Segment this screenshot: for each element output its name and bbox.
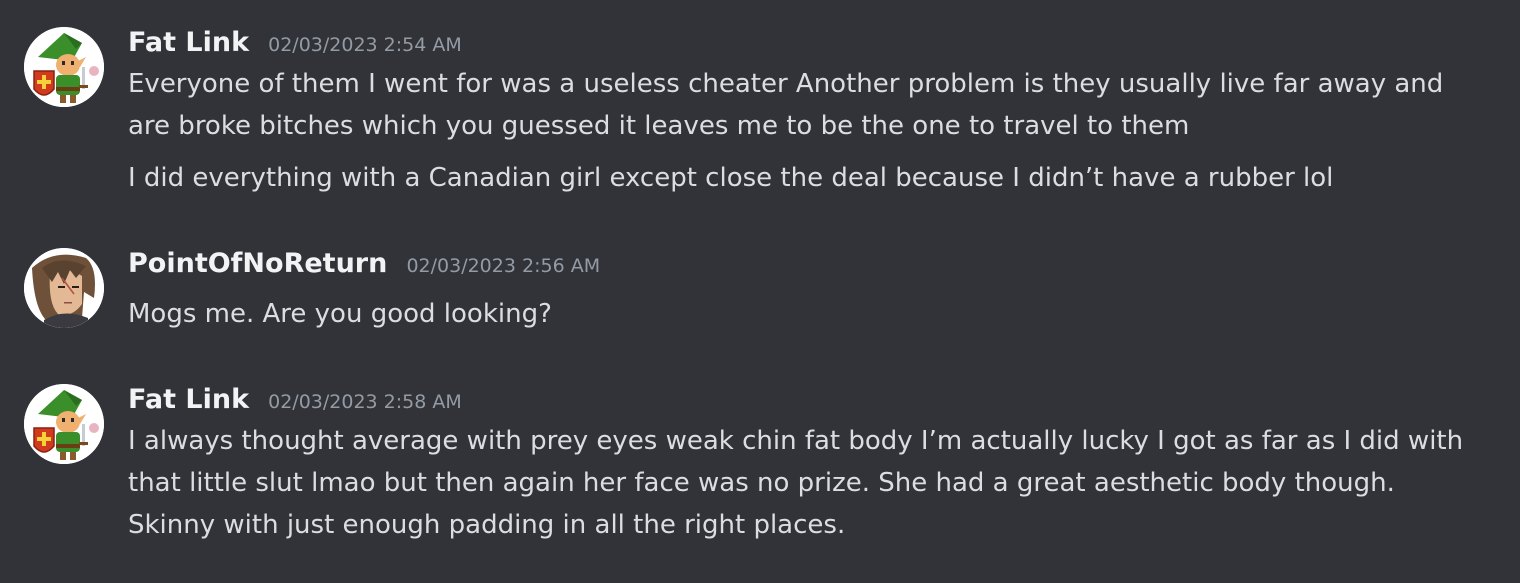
message-header: Fat Link 02/03/2023 2:58 AM [128, 384, 462, 415]
username[interactable]: Fat Link [128, 27, 249, 58]
timestamp[interactable]: 02/03/2023 2:56 AM [406, 255, 600, 277]
message-text-line: that little slut lmao but then again her… [128, 468, 1395, 498]
username[interactable]: Fat Link [128, 384, 249, 415]
timestamp[interactable]: 02/03/2023 2:54 AM [268, 34, 462, 56]
timestamp[interactable]: 02/03/2023 2:58 AM [268, 391, 462, 413]
link-icon[interactable] [24, 27, 104, 107]
message-text-line: Everyone of them I went for was a useles… [128, 69, 1444, 99]
link-icon[interactable] [24, 384, 104, 464]
message-text-line: Skinny with just enough padding in all t… [128, 510, 846, 540]
message-text-line: I always thought average with prey eyes … [128, 426, 1464, 456]
username[interactable]: PointOfNoReturn [128, 248, 387, 279]
message-text-line: are broke bitches which you guessed it l… [128, 111, 1190, 141]
squall-icon[interactable] [24, 248, 104, 328]
message-text-line: I did everything with a Canadian girl ex… [128, 163, 1334, 193]
message-text-line: Mogs me. Are you good looking? [128, 299, 552, 329]
message-header: PointOfNoReturn 02/03/2023 2:56 AM [128, 248, 600, 279]
message-header: Fat Link 02/03/2023 2:54 AM [128, 27, 462, 58]
